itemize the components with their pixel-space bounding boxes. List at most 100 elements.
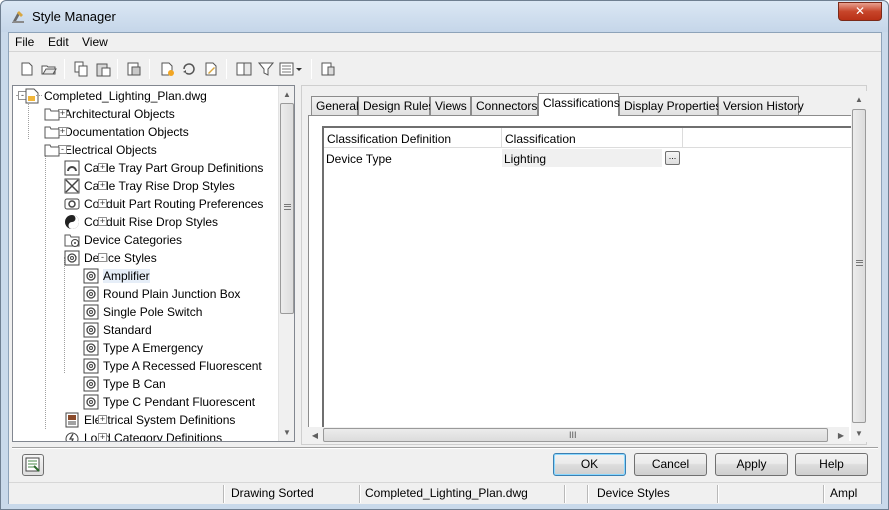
set-from-icon[interactable] <box>180 60 198 78</box>
browse-classification-button[interactable]: ... <box>665 151 680 165</box>
menu-file[interactable]: File <box>15 35 34 49</box>
tree-item-label: Device Categories <box>84 233 183 247</box>
inline-edit-toggle-button[interactable] <box>22 454 44 476</box>
tree-item[interactable]: Type A Recessed Fluorescent <box>83 357 262 375</box>
table-row[interactable]: Device Type Lighting ... <box>324 149 861 167</box>
device-style-icon <box>83 394 99 410</box>
tree-item[interactable]: - Electrical Objects <box>44 141 157 159</box>
tree-item[interactable]: Round Plain Junction Box <box>83 285 240 303</box>
panel-scroll-thumb[interactable] <box>852 109 866 423</box>
tree-item[interactable]: + Cable Tray Rise Drop Styles <box>64 177 235 195</box>
scroll-down-arrow[interactable]: ▼ <box>279 424 294 441</box>
tab-views[interactable]: Views <box>430 96 471 115</box>
ok-button[interactable]: OK <box>553 453 626 476</box>
tab-version-history[interactable]: Version History <box>718 96 804 115</box>
cancel-button[interactable]: Cancel <box>634 453 707 476</box>
column-header-classification[interactable]: Classification <box>502 128 683 148</box>
close-button[interactable]: ✕ <box>838 2 882 21</box>
view-mode-icon[interactable] <box>279 60 303 78</box>
window-title: Style Manager <box>32 9 116 24</box>
panel-scroll-down-arrow[interactable]: ▼ <box>851 425 867 442</box>
tree-item[interactable]: Single Pole Switch <box>83 303 202 321</box>
tree-item[interactable]: + Conduit Part Routing Preferences <box>64 195 263 213</box>
paste-icon[interactable] <box>94 60 112 78</box>
apply-button[interactable]: Apply <box>715 453 788 476</box>
expand-icon[interactable]: + <box>98 199 107 208</box>
new-style-icon[interactable] <box>158 60 176 78</box>
tab-design-rules[interactable]: Design Rules <box>358 96 434 115</box>
tree-item[interactable]: + Electrical System Definitions <box>64 411 235 429</box>
tree-item[interactable]: Amplifier <box>83 267 150 285</box>
tree-item[interactable]: + Cable Tray Part Group Definitions <box>64 159 263 177</box>
properties-pane: General Design Rules Views Connectors Cl… <box>301 85 868 445</box>
tree-item[interactable]: Type B Can <box>83 375 166 393</box>
expand-icon[interactable]: + <box>98 415 107 424</box>
style-tree[interactable]: - Completed_Lighting_Plan.dwg + Architectur… <box>12 85 295 442</box>
tab-connectors[interactable]: Connectors <box>471 96 538 115</box>
tree-item[interactable]: + Architectural Objects <box>44 105 175 123</box>
tab-general[interactable]: General <box>311 96 359 115</box>
tree-item[interactable]: - Completed_Lighting_Plan.dwg <box>18 87 207 105</box>
horizontal-scroll-thumb[interactable]: III <box>323 428 828 442</box>
menu-view[interactable]: View <box>82 35 108 49</box>
expand-icon[interactable]: + <box>98 163 107 172</box>
tree-item-label: Standard <box>103 323 152 337</box>
open-folder-icon[interactable] <box>40 60 58 78</box>
tree-item-label: Round Plain Junction Box <box>103 287 241 301</box>
tree-item-label: Conduit Part Routing Preferences <box>84 197 264 211</box>
tree-item-label: Type B Can <box>103 377 166 391</box>
tree-item[interactable]: + Documentation Objects <box>44 123 189 141</box>
inline-edit-toggle-icon <box>25 457 40 472</box>
tree-item[interactable]: - Device Styles <box>64 249 157 267</box>
scroll-up-arrow[interactable]: ▲ <box>279 86 294 103</box>
rise-drop-icon <box>64 178 80 194</box>
copy-icon[interactable] <box>72 60 90 78</box>
tree-vertical-scrollbar[interactable]: ▲ ▼ <box>278 86 294 441</box>
tree-item-label: Single Pole Switch <box>103 305 203 319</box>
tree-item[interactable]: Standard <box>83 321 152 339</box>
status-cell-empty-3 <box>721 486 821 503</box>
purge-icon[interactable] <box>125 60 143 78</box>
status-drawing: Completed_Lighting_Plan.dwg <box>365 486 528 500</box>
system-definitions-icon <box>64 412 80 428</box>
tree-item-label: Architectural Objects <box>64 107 175 121</box>
menu-edit[interactable]: Edit <box>48 35 69 49</box>
expand-icon[interactable]: + <box>98 217 107 226</box>
scroll-grip: III <box>569 430 577 440</box>
tree-scroll-thumb[interactable] <box>280 103 294 314</box>
tree-item[interactable]: Device Categories <box>64 231 182 249</box>
edit-style-icon[interactable] <box>202 60 220 78</box>
tree-item[interactable]: + Conduit Rise Drop Styles <box>64 213 218 231</box>
device-style-icon <box>83 358 99 374</box>
tree-item[interactable]: Type A Emergency <box>83 339 203 357</box>
column-header-definition[interactable]: Classification Definition <box>324 128 502 148</box>
new-document-icon[interactable] <box>18 60 36 78</box>
classification-grid[interactable]: Classification Definition Classification… <box>322 126 861 441</box>
tree-item-label: Cable Tray Part Group Definitions <box>84 161 264 175</box>
classification-cell[interactable]: Lighting <box>502 149 662 167</box>
device-style-icon <box>83 376 99 392</box>
status-selected: Ampl <box>830 486 858 500</box>
tree-item[interactable]: Type C Pendant Fluorescent <box>83 393 255 411</box>
grid-horizontal-scrollbar[interactable]: ◀ III ▶ <box>307 427 849 444</box>
filter-icon[interactable] <box>257 60 275 78</box>
style-manager-icon <box>12 11 24 23</box>
inline-edit-icon[interactable] <box>319 60 337 78</box>
style-manager-window: Style Manager ✕ File Edit View - Complet… <box>0 0 889 510</box>
collapse-icon[interactable]: - <box>98 253 107 262</box>
tree-item[interactable]: + Load Category Definitions <box>64 429 222 441</box>
tab-display-properties[interactable]: Display Properties <box>619 96 721 115</box>
drawing-file-icon <box>24 88 40 104</box>
panel-scroll-up-arrow[interactable]: ▲ <box>851 91 867 108</box>
scroll-right-arrow[interactable]: ▶ <box>833 427 849 444</box>
panel-vertical-scrollbar[interactable]: ▲ ▼ <box>851 91 868 442</box>
status-category: Device Styles <box>597 486 670 500</box>
scroll-left-arrow[interactable]: ◀ <box>307 427 323 444</box>
help-button[interactable]: Help <box>795 453 868 476</box>
expand-icon[interactable]: + <box>98 433 107 441</box>
toggle-view-icon[interactable] <box>235 60 253 78</box>
tab-classifications[interactable]: Classifications <box>538 93 620 116</box>
title-bar[interactable]: Style Manager ✕ <box>1 1 888 32</box>
device-style-icon <box>83 268 99 284</box>
expand-icon[interactable]: + <box>98 181 107 190</box>
